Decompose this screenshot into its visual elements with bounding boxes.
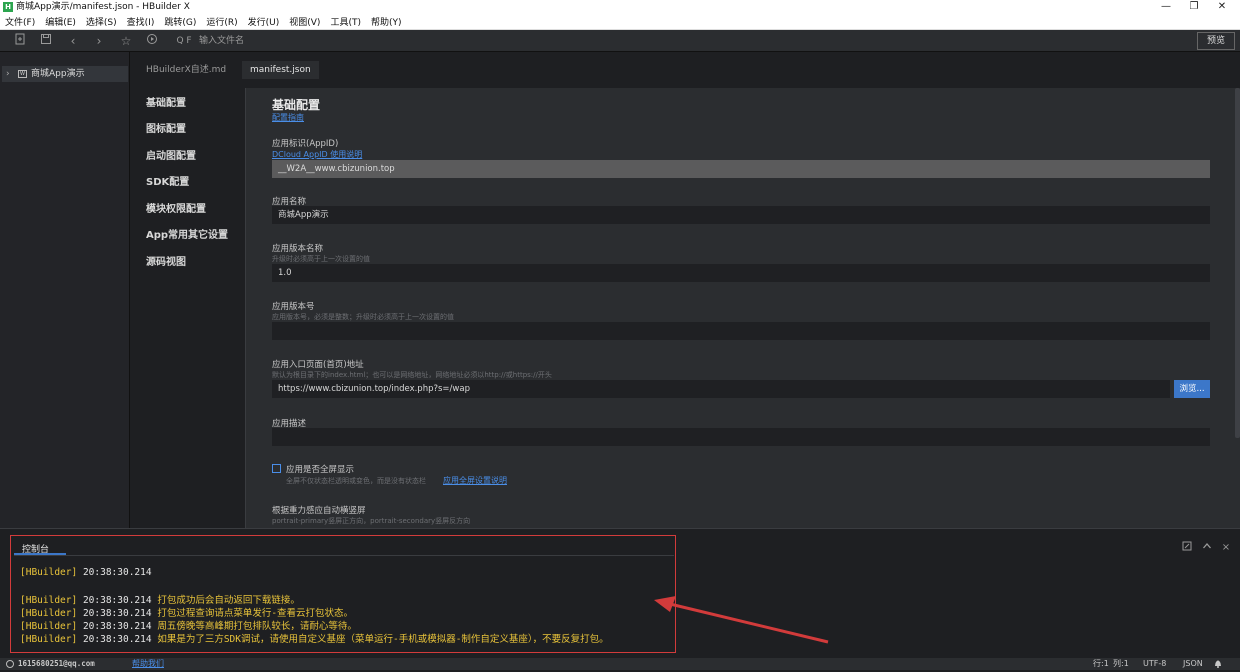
console-panel: 控制台 [HBuilder] 20:38:30.214 [HBuilder] 2…	[0, 528, 1240, 658]
app-name-field[interactable]: 商城App演示	[272, 206, 1210, 224]
user-account[interactable]: 1615680251@qq.com	[18, 658, 95, 670]
version-name-hint: 升级时必须高于上一次设置的值	[272, 255, 370, 263]
hbuilder-logo-icon: H	[3, 2, 13, 12]
user-icon[interactable]	[6, 660, 14, 668]
fullscreen-label[interactable]: 应用是否全屏显示	[286, 463, 354, 475]
maximize-panel-icon[interactable]	[1180, 541, 1194, 555]
nav-app-other-settings[interactable]: App常用其它设置	[146, 226, 228, 241]
project-name: 商城App演示	[31, 69, 85, 79]
project-explorer: › W 商城App演示	[0, 52, 130, 528]
version-code-label: 应用版本号	[272, 302, 315, 312]
menu-help[interactable]: 帮助(Y)	[366, 15, 407, 31]
search-file-input[interactable]: 输入文件名	[199, 30, 244, 52]
menu-find[interactable]: 查找(I)	[122, 15, 160, 31]
nav-basic-config[interactable]: 基础配置	[146, 94, 186, 109]
forward-icon[interactable]: ›	[91, 33, 107, 49]
cursor-column: 列:1	[1113, 659, 1129, 668]
cursor-line: 行:1	[1093, 659, 1109, 668]
appid-help-link[interactable]: DCloud AppID 使用说明	[272, 149, 362, 160]
encoding-indicator[interactable]: UTF-8	[1143, 658, 1166, 670]
menu-goto[interactable]: 跳转(G)	[159, 15, 201, 31]
menu-select[interactable]: 选择(S)	[81, 15, 122, 31]
language-mode[interactable]: JSON	[1183, 658, 1203, 670]
manifest-form: 基础配置 配置指南 应用标识(AppID) DCloud AppID 使用说明 …	[246, 88, 1240, 528]
fullscreen-hint: 全屏不仅状态栏透明或变色，而是没有状态栏	[286, 477, 426, 485]
console-line-message: 如果是为了三方SDK调试，请使用自定义基座（菜单运行-手机或模拟器-制作自定义基…	[157, 634, 609, 645]
console-line-time: 20:38:30.214	[82, 634, 152, 645]
fullscreen-checkbox[interactable]	[272, 464, 281, 473]
project-folder-icon: W	[18, 70, 27, 78]
console-line: [HBuilder] 20:38:30.214 周五傍晚等高峰期打包排队较长，请…	[20, 618, 357, 632]
menu-edit[interactable]: 编辑(E)	[40, 15, 81, 31]
form-scrollbar[interactable]	[1235, 88, 1240, 438]
version-code-hint: 应用版本号，必须是整数；升级时必须高于上一次设置的值	[272, 313, 454, 321]
menu-view[interactable]: 视图(V)	[284, 15, 325, 31]
entry-url-hint: 默认为根目录下的index.html；也可以是网络地址，网络地址必须以http:…	[272, 371, 552, 379]
orientation-hint: portrait-primary竖屏正方向，portrait-secondary…	[272, 517, 471, 525]
fullscreen-help-link[interactable]: 应用全屏设置说明	[443, 475, 507, 486]
status-bar: 1615680251@qq.com 帮助我们 行:1 列:1 UTF-8 JSO…	[0, 658, 1240, 670]
star-icon[interactable]: ☆	[118, 33, 134, 49]
console-tab-divider	[14, 555, 674, 556]
minimize-button[interactable]: —	[1152, 0, 1180, 14]
console-line: [HBuilder] 20:38:30.214 打包过程查询请点菜单发行-查看云…	[20, 605, 353, 619]
console-line-tag: [HBuilder]	[20, 634, 78, 645]
version-name-label: 应用版本名称	[272, 244, 324, 254]
title-bar: H 商城App演示/manifest.json - HBuilder X — ❐…	[0, 0, 1240, 14]
entry-url-field[interactable]: https://www.cbizunion.top/index.php?s=/w…	[272, 380, 1170, 398]
console-line-tag: [HBuilder]	[20, 567, 78, 578]
version-name-field[interactable]: 1.0	[272, 264, 1210, 282]
search-file-icon[interactable]: Q F	[172, 33, 196, 49]
version-code-field[interactable]	[272, 322, 1210, 340]
tab-manifest[interactable]: manifest.json	[242, 61, 319, 79]
description-field[interactable]	[272, 428, 1210, 446]
nav-module-permissions[interactable]: 模块权限配置	[146, 200, 206, 215]
menu-tools[interactable]: 工具(T)	[325, 15, 366, 31]
console-line: [HBuilder] 20:38:30.214 打包成功后会自动返回下载链接。	[20, 592, 300, 606]
maximize-button[interactable]: ❐	[1180, 0, 1208, 14]
browse-button[interactable]: 浏览...	[1174, 380, 1210, 398]
config-guide-link[interactable]: 配置指南	[272, 112, 304, 123]
appid-label: 应用标识(AppID)	[272, 139, 339, 149]
help-us-link[interactable]: 帮助我们	[132, 658, 164, 670]
editor-tabs: HBuilderX自述.md manifest.json	[130, 52, 1240, 88]
toolbar: ‹ › ☆ Q F 输入文件名 预览	[0, 30, 1240, 52]
run-icon[interactable]	[144, 33, 160, 49]
preview-button[interactable]: 预览	[1197, 32, 1235, 50]
annotation-arrow-icon	[654, 596, 829, 644]
form-heading: 基础配置	[272, 98, 321, 112]
chevron-right-icon[interactable]: ›	[6, 66, 10, 82]
nav-splash-config[interactable]: 启动图配置	[146, 147, 196, 162]
console-line: [HBuilder] 20:38:30.214	[20, 567, 152, 578]
entry-url-label: 应用入口页面(首页)地址	[272, 360, 364, 370]
window-title: 商城App演示/manifest.json - HBuilder X	[16, 2, 190, 12]
chevron-up-icon[interactable]	[1200, 541, 1214, 555]
back-icon[interactable]: ‹	[65, 33, 81, 49]
new-file-icon[interactable]	[12, 33, 28, 49]
appid-field[interactable]: __W2A__www.cbizunion.top	[272, 160, 1210, 178]
tab-readme[interactable]: HBuilderX自述.md	[138, 61, 234, 79]
orientation-label: 根据重力感应自动横竖屏	[272, 506, 366, 516]
close-panel-icon[interactable]: ×	[1219, 541, 1233, 555]
menu-publish[interactable]: 发行(U)	[243, 15, 285, 31]
console-line-time: 20:38:30.214	[82, 567, 152, 578]
menu-run[interactable]: 运行(R)	[201, 15, 242, 31]
manifest-settings-nav: 基础配置 图标配置 启动图配置 SDK配置 模块权限配置 App常用其它设置 源…	[130, 88, 245, 528]
project-tree-item[interactable]: › W 商城App演示	[2, 66, 128, 82]
nav-icon-config[interactable]: 图标配置	[146, 120, 186, 135]
nav-source-view[interactable]: 源码视图	[146, 253, 186, 268]
save-icon[interactable]	[38, 33, 54, 49]
close-button[interactable]: ✕	[1208, 0, 1236, 14]
console-line: [HBuilder] 20:38:30.214 如果是为了三方SDK调试，请使用…	[20, 631, 609, 645]
nav-sdk-config[interactable]: SDK配置	[146, 173, 189, 188]
menu-file[interactable]: 文件(F)	[0, 15, 40, 31]
menu-bar: 文件(F) 编辑(E) 选择(S) 查找(I) 跳转(G) 运行(R) 发行(U) 视图(V)…	[0, 14, 1240, 30]
